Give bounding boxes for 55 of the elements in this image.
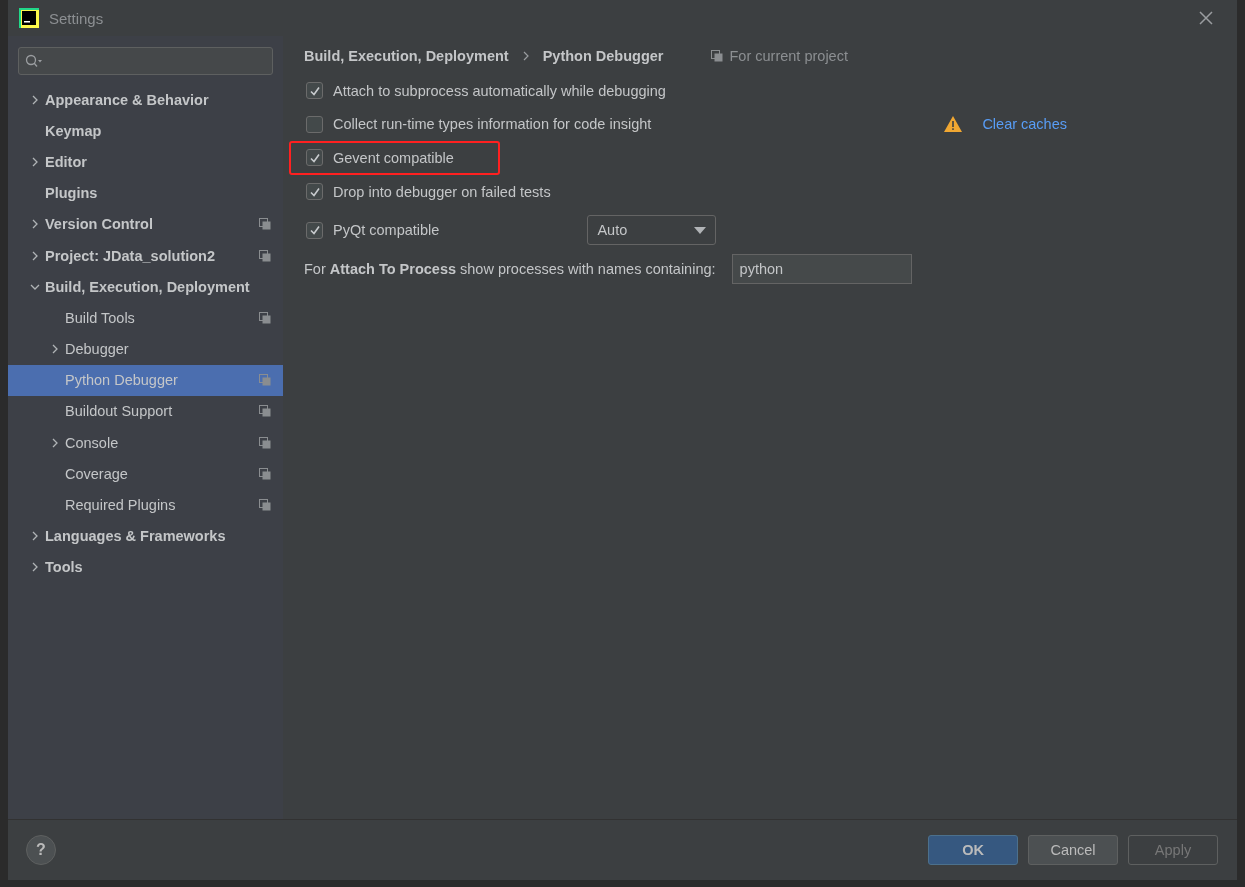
checkbox-label[interactable]: Collect run-time types information for code insight (333, 116, 652, 133)
tree-item[interactable]: Coverage (8, 458, 283, 490)
chevron-icon[interactable] (30, 156, 40, 167)
input-field[interactable]: python (731, 254, 912, 285)
chevron-icon[interactable] (30, 562, 40, 573)
tree-item[interactable]: Editor (8, 146, 283, 178)
tree-item[interactable]: Buildout Support (8, 395, 283, 428)
dialog-button[interactable]: OK (928, 835, 1018, 865)
chevron-icon[interactable] (30, 219, 40, 230)
checkbox[interactable] (306, 221, 323, 239)
checkbox[interactable] (306, 183, 323, 201)
chevron-icon[interactable] (50, 344, 60, 355)
search-icon (25, 54, 43, 68)
filter-label: For Attach To Process show processes with names containing: (304, 261, 716, 278)
chevron-icon[interactable] (30, 531, 40, 542)
scope-note: For current project (729, 48, 848, 64)
breadcrumb-item: Python Debugger (542, 48, 664, 64)
tree-item[interactable]: Build Tools (8, 302, 283, 334)
checkbox-label[interactable]: Gevent compatible (333, 150, 454, 166)
tree-item[interactable]: Console (8, 427, 283, 459)
window-title: Settings (49, 9, 104, 27)
check-icon (308, 152, 321, 164)
tree-item[interactable]: Build, Execution, Deployment (8, 271, 283, 303)
chevron-icon[interactable] (30, 250, 40, 261)
breadcrumb-item: Build, Execution, Deployment (304, 48, 509, 64)
caret-icon (694, 226, 707, 234)
dialog-button[interactable]: Cancel (1028, 835, 1118, 865)
tree-item[interactable]: Debugger (8, 333, 283, 365)
chevron-icon[interactable] (50, 437, 60, 448)
help-button[interactable]: ? (26, 835, 56, 865)
tree-item[interactable]: Required Plugins (8, 489, 283, 521)
warning-icon (944, 116, 963, 133)
checkbox[interactable] (306, 115, 323, 133)
check-icon (308, 185, 321, 198)
tree-item[interactable]: Plugins (8, 177, 283, 209)
checkbox-label[interactable]: PyQt compatible (333, 222, 440, 239)
check-icon (308, 224, 321, 237)
clear-caches-link[interactable]: Clear caches (982, 116, 1067, 133)
copy-icon (711, 50, 724, 62)
tree-item[interactable]: Project: JData_solution2 (8, 239, 283, 272)
tree-item[interactable]: Tools (8, 551, 283, 583)
close-icon[interactable] (1199, 11, 1213, 25)
check-icon (308, 84, 321, 97)
checkbox-label[interactable]: Drop into debugger on failed tests (333, 183, 551, 200)
tree-item[interactable]: Appearance & Behavior (8, 84, 283, 116)
checkbox[interactable] (306, 149, 323, 167)
app-logo-icon (19, 8, 39, 28)
search-field[interactable] (18, 47, 273, 75)
dropdown[interactable]: Auto (587, 215, 717, 246)
tree-item[interactable]: Languages & Frameworks (8, 520, 283, 552)
checkbox-label[interactable]: Attach to subprocess automatically while debugging (333, 82, 666, 99)
tree-item[interactable]: Version Control (8, 208, 283, 240)
checkbox[interactable] (306, 82, 323, 100)
tree-item[interactable]: Keymap (8, 115, 283, 147)
chevron-icon[interactable] (30, 94, 40, 105)
